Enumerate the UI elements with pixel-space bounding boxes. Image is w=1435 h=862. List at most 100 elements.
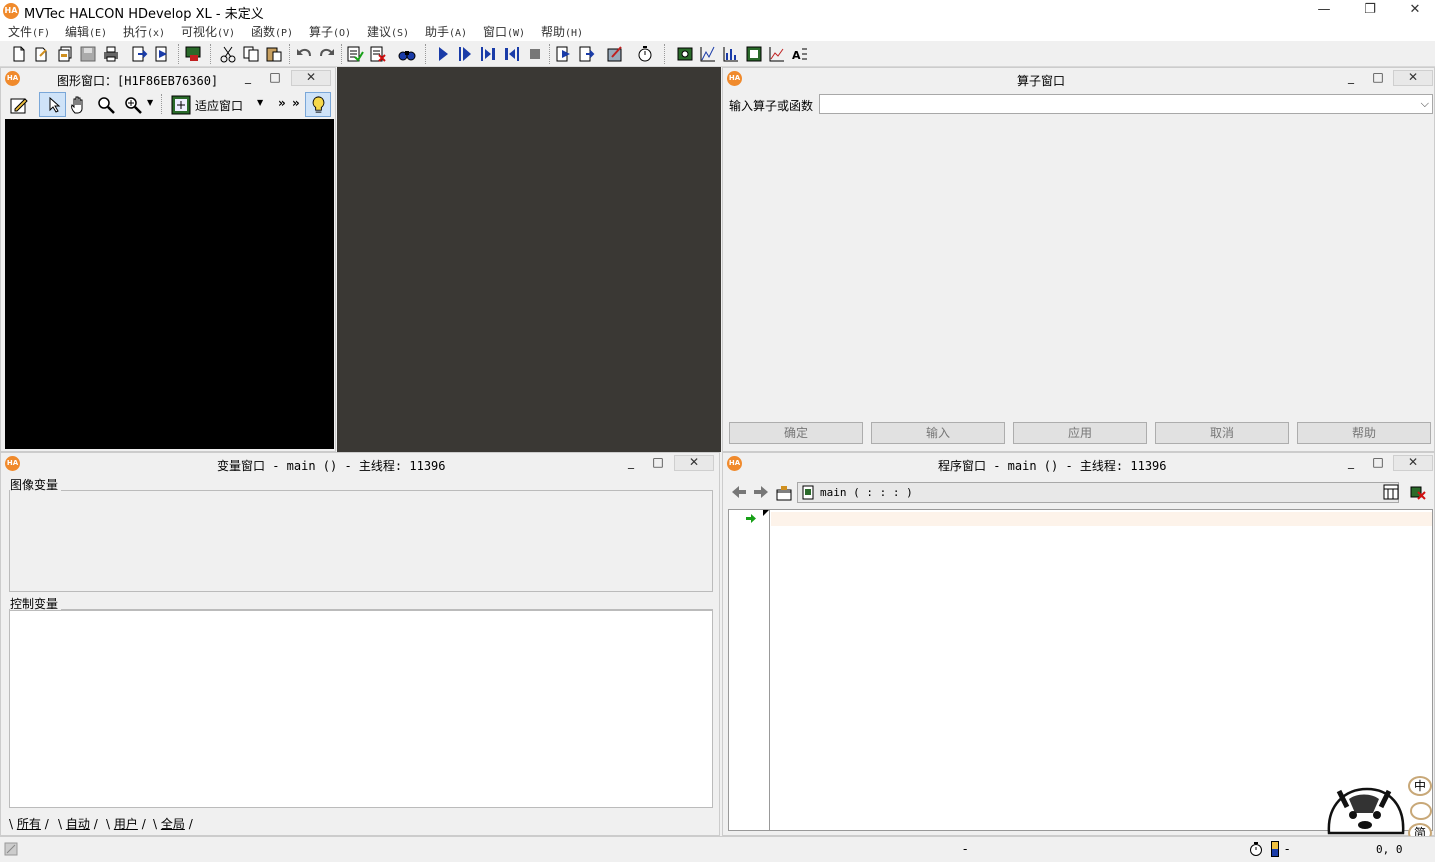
new-file-icon[interactable] [10, 45, 28, 63]
step-into-icon[interactable] [554, 45, 572, 63]
tab-global[interactable]: \ 全局 / [153, 815, 193, 832]
restore-button[interactable]: ❐ [1347, 0, 1393, 22]
find-icon[interactable] [398, 45, 416, 63]
deactivate-line-icon[interactable] [369, 45, 387, 63]
tab-auto[interactable]: \ 自动 / [58, 815, 98, 832]
procedure-list-icon[interactable] [1382, 483, 1400, 501]
pointer-icon [49, 96, 61, 113]
program-maximize-button[interactable]: □ [1369, 455, 1387, 471]
operator-window-title: 算子窗口 [1017, 74, 1066, 88]
menu-operators[interactable]: 算子(O) [305, 23, 355, 40]
zoom-icon[interactable] [123, 95, 143, 115]
procedure-icon [802, 485, 814, 500]
graphics-minimize-button[interactable]: _ [239, 70, 257, 86]
properties-icon[interactable] [184, 45, 202, 63]
operator-input-field[interactable]: ⌵ [819, 94, 1433, 114]
control-variables-list[interactable] [9, 610, 713, 808]
paste-icon[interactable] [265, 45, 283, 63]
help-button[interactable]: 帮助 [1297, 422, 1431, 444]
program-minimize-button[interactable]: _ [1342, 455, 1360, 471]
run-icon[interactable] [434, 45, 452, 63]
delete-procedure-icon[interactable] [1409, 483, 1427, 501]
feature-inspection-icon[interactable] [745, 45, 763, 63]
cancel-button[interactable]: 取消 [1155, 422, 1289, 444]
ime-language-badge[interactable]: 中 [1408, 776, 1432, 796]
menu-procedures[interactable]: 函数(P) [247, 23, 297, 40]
tips-button[interactable] [305, 92, 331, 117]
workspace-background [337, 67, 721, 452]
fit-window-label[interactable]: 适应窗口 [195, 97, 243, 114]
menu-edit[interactable]: 编辑(E) [61, 23, 111, 40]
edit-procedure-icon[interactable] [775, 484, 793, 501]
activate-line-icon[interactable] [346, 45, 364, 63]
zoom-dropdown-arrow-icon[interactable]: ▼ [147, 98, 153, 107]
halcon-logo-icon: HA [3, 3, 19, 19]
menu-visualization[interactable]: 可视化(V) [177, 23, 239, 40]
menu-suggestions[interactable]: 建议(S) [363, 23, 413, 40]
forward-arrow-icon[interactable] [752, 484, 770, 500]
menu-file[interactable]: 文件(F) [4, 23, 54, 40]
copy-icon[interactable] [242, 45, 260, 63]
fit-dropdown-arrow-icon[interactable]: ▼ [257, 98, 263, 107]
step-back-icon[interactable] [503, 45, 521, 63]
menu-help[interactable]: 帮助(H) [537, 23, 587, 40]
run-to-insert-icon[interactable] [456, 45, 474, 63]
menu-window[interactable]: 窗口(W) [479, 23, 529, 40]
profiler-icon[interactable] [636, 45, 654, 63]
save-icon[interactable] [79, 45, 97, 63]
ocr-assistant-icon[interactable]: A [791, 45, 809, 63]
graphics-canvas[interactable] [5, 119, 334, 449]
enter-button[interactable]: 输入 [871, 422, 1005, 444]
stop-icon[interactable] [526, 45, 544, 63]
menu-assistants[interactable]: 助手(A) [421, 23, 471, 40]
tab-user[interactable]: \ 用户 / [106, 815, 146, 832]
variable-maximize-button[interactable]: □ [649, 455, 667, 471]
graphics-maximize-button[interactable]: □ [266, 70, 284, 86]
feature-histogram-icon[interactable] [722, 45, 740, 63]
image-variables-list[interactable] [9, 491, 713, 592]
open-recent-icon[interactable] [56, 45, 74, 63]
variable-window: HA 变量窗口 - main () - 主线程: 11396 _ □ ✕ 图像变… [0, 452, 720, 836]
pointer-tool-button[interactable] [39, 92, 66, 117]
chevron-down-icon[interactable]: ⌵ [1421, 97, 1429, 111]
operator-maximize-button[interactable]: □ [1369, 70, 1387, 86]
program-close-button[interactable]: ✕ [1393, 455, 1433, 471]
ime-settings-icon[interactable] [1410, 802, 1432, 820]
redo-icon[interactable] [318, 45, 336, 63]
edit-icon[interactable] [9, 95, 29, 115]
more-tools-button[interactable]: » [278, 96, 286, 110]
step-over-icon[interactable] [479, 45, 497, 63]
operator-input-label: 输入算子或函数 [729, 99, 814, 113]
print-icon[interactable] [102, 45, 120, 63]
cut-icon[interactable] [219, 45, 237, 63]
graphics-close-button[interactable]: ✕ [291, 70, 331, 86]
reset-program-icon[interactable] [606, 45, 624, 63]
open-file-icon[interactable] [33, 45, 51, 63]
menu-execute[interactable]: 执行(x) [119, 23, 169, 40]
line-gutter[interactable] [729, 510, 770, 830]
operator-minimize-button[interactable]: _ [1342, 70, 1360, 86]
gray-histogram-icon[interactable] [699, 45, 717, 63]
back-arrow-icon[interactable] [730, 484, 748, 500]
pan-hand-icon[interactable] [69, 95, 89, 115]
current-line-highlight[interactable] [771, 512, 1432, 526]
fit-window-icon[interactable] [171, 95, 191, 115]
ok-button[interactable]: 确定 [729, 422, 863, 444]
apply-button[interactable]: 应用 [1013, 422, 1147, 444]
magnify-icon[interactable] [96, 95, 116, 115]
close-button[interactable]: ✕ [1392, 0, 1435, 22]
export-icon[interactable] [130, 45, 148, 63]
undo-icon[interactable] [295, 45, 313, 63]
zoom-window-icon[interactable] [676, 45, 694, 63]
variable-minimize-button[interactable]: _ [622, 455, 640, 471]
more-tools-button-2[interactable]: » [292, 96, 300, 110]
minimize-button[interactable]: — [1301, 0, 1347, 22]
export-program-icon[interactable] [153, 45, 171, 63]
halcon-logo-icon: HA [727, 71, 742, 86]
step-out-icon[interactable] [577, 45, 595, 63]
procedure-selector[interactable]: main ( : : : ) ▼ [797, 482, 1399, 503]
tab-all[interactable]: \ 所有 / [9, 815, 49, 832]
operator-close-button[interactable]: ✕ [1393, 70, 1433, 86]
variable-close-button[interactable]: ✕ [674, 455, 714, 471]
line-profile-icon[interactable] [768, 45, 786, 63]
